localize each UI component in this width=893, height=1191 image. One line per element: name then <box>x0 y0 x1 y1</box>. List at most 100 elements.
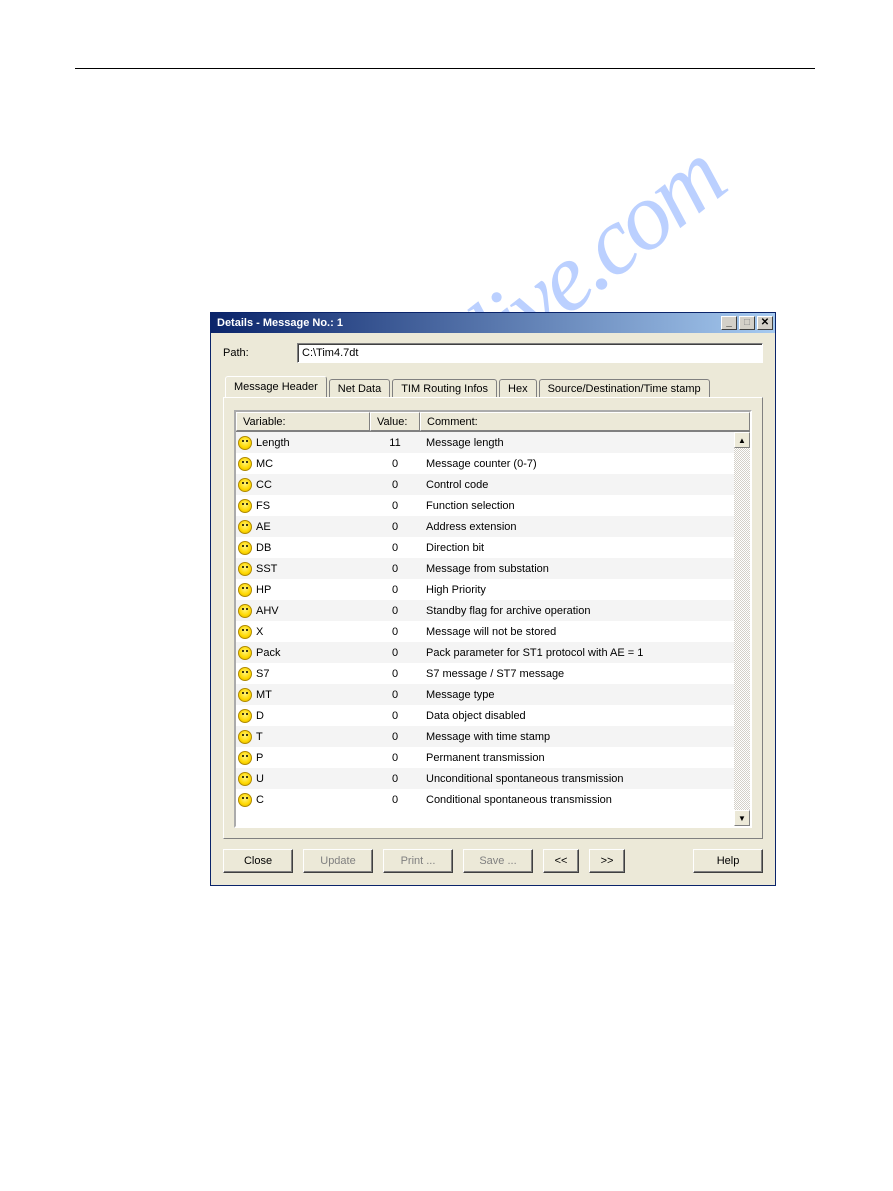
smiley-icon <box>238 604 252 618</box>
row-variable: SST <box>256 563 277 575</box>
smiley-icon <box>238 499 252 513</box>
row-variable: CC <box>256 479 272 491</box>
vertical-scrollbar[interactable]: ▲ ▼ <box>734 432 750 826</box>
smiley-icon <box>238 793 252 807</box>
row-comment: Unconditional spontaneous transmission <box>420 773 734 785</box>
row-comment: High Priority <box>420 584 734 596</box>
row-variable: P <box>256 752 263 764</box>
smiley-icon <box>238 583 252 597</box>
row-variable: MT <box>256 689 272 701</box>
help-button[interactable]: Help <box>693 849 763 873</box>
row-variable: HP <box>256 584 271 596</box>
list-header: Variable: Value: Comment: <box>236 412 750 432</box>
smiley-icon <box>238 667 252 681</box>
row-value: 0 <box>370 626 420 638</box>
tab-net-data[interactable]: Net Data <box>329 379 390 398</box>
row-variable: X <box>256 626 263 638</box>
row-value: 0 <box>370 479 420 491</box>
tab-message-header[interactable]: Message Header <box>225 376 327 397</box>
row-comment: Message from substation <box>420 563 734 575</box>
table-row[interactable]: DB0Direction bit <box>236 537 734 558</box>
row-value: 0 <box>370 773 420 785</box>
row-comment: Permanent transmission <box>420 752 734 764</box>
column-comment[interactable]: Comment: <box>420 412 750 431</box>
table-row[interactable]: U0Unconditional spontaneous transmission <box>236 768 734 789</box>
row-variable: S7 <box>256 668 269 680</box>
row-comment: Message with time stamp <box>420 731 734 743</box>
smiley-icon <box>238 709 252 723</box>
list-view: Variable: Value: Comment: Length11Messag… <box>234 410 752 828</box>
table-row[interactable]: AE0Address extension <box>236 516 734 537</box>
table-row[interactable]: MT0Message type <box>236 684 734 705</box>
print-button[interactable]: Print ... <box>383 849 453 873</box>
row-comment: Message counter (0-7) <box>420 458 734 470</box>
maximize-button[interactable]: □ <box>739 316 755 330</box>
close-button[interactable]: Close <box>223 849 293 873</box>
column-value[interactable]: Value: <box>370 412 420 431</box>
table-row[interactable]: S7 0S7 message / ST7 message <box>236 663 734 684</box>
row-variable: T <box>256 731 263 743</box>
row-comment: S7 message / ST7 message <box>420 668 734 680</box>
table-row[interactable]: D0Data object disabled <box>236 705 734 726</box>
row-value: 0 <box>370 689 420 701</box>
table-row[interactable]: SST0Message from substation <box>236 558 734 579</box>
close-window-button[interactable]: ✕ <box>757 316 773 330</box>
row-value: 0 <box>370 605 420 617</box>
details-window: Details - Message No.: 1 _ □ ✕ Path: C:\… <box>210 312 776 886</box>
button-row: Close Update Print ... Save ... << >> He… <box>223 849 763 873</box>
update-button[interactable]: Update <box>303 849 373 873</box>
table-row[interactable]: P 0Permanent transmission <box>236 747 734 768</box>
row-variable: AHV <box>256 605 279 617</box>
row-variable: C <box>256 794 264 806</box>
table-row[interactable]: FS0Function selection <box>236 495 734 516</box>
table-row[interactable]: T 0Message with time stamp <box>236 726 734 747</box>
row-variable: Length <box>256 437 290 449</box>
list-body: Length11Message lengthMC0Message counter… <box>236 432 750 826</box>
table-row[interactable]: AHV0Standby flag for archive operation <box>236 600 734 621</box>
tab-source-dest-time[interactable]: Source/Destination/Time stamp <box>539 379 710 398</box>
tab-panel: Variable: Value: Comment: Length11Messag… <box>223 397 763 839</box>
row-value: 0 <box>370 752 420 764</box>
row-value: 0 <box>370 668 420 680</box>
scroll-up-button[interactable]: ▲ <box>734 432 750 448</box>
row-value: 0 <box>370 584 420 596</box>
row-value: 0 <box>370 731 420 743</box>
row-value: 0 <box>370 542 420 554</box>
prev-button[interactable]: << <box>543 849 579 873</box>
row-variable: D <box>256 710 264 722</box>
titlebar[interactable]: Details - Message No.: 1 _ □ ✕ <box>211 313 775 333</box>
table-row[interactable]: Length11Message length <box>236 432 734 453</box>
tab-tim-routing[interactable]: TIM Routing Infos <box>392 379 497 398</box>
table-row[interactable]: Pack0Pack parameter for ST1 protocol wit… <box>236 642 734 663</box>
table-row[interactable]: MC 0Message counter (0-7) <box>236 453 734 474</box>
row-value: 0 <box>370 458 420 470</box>
smiley-icon <box>238 436 252 450</box>
scroll-track[interactable] <box>734 448 750 810</box>
save-button[interactable]: Save ... <box>463 849 533 873</box>
path-field[interactable]: C:\Tim4.7dt <box>297 343 763 363</box>
window-controls: _ □ ✕ <box>719 316 773 330</box>
row-variable: MC <box>256 458 273 470</box>
smiley-icon <box>238 478 252 492</box>
row-comment: Control code <box>420 479 734 491</box>
page-top-rule <box>75 68 815 69</box>
smiley-icon <box>238 457 252 471</box>
smiley-icon <box>238 562 252 576</box>
smiley-icon <box>238 646 252 660</box>
table-row[interactable]: CC 0Control code <box>236 474 734 495</box>
column-variable[interactable]: Variable: <box>236 412 370 431</box>
table-row[interactable]: C0Conditional spontaneous transmission <box>236 789 734 810</box>
row-value: 0 <box>370 647 420 659</box>
window-title: Details - Message No.: 1 <box>217 317 719 329</box>
row-variable: AE <box>256 521 271 533</box>
row-value: 0 <box>370 521 420 533</box>
scroll-down-button[interactable]: ▼ <box>734 810 750 826</box>
minimize-button[interactable]: _ <box>721 316 737 330</box>
row-comment: Direction bit <box>420 542 734 554</box>
table-row[interactable]: HP 0High Priority <box>236 579 734 600</box>
table-row[interactable]: X0Message will not be stored <box>236 621 734 642</box>
tab-hex[interactable]: Hex <box>499 379 537 398</box>
next-button[interactable]: >> <box>589 849 625 873</box>
row-comment: Pack parameter for ST1 protocol with AE … <box>420 647 734 659</box>
smiley-icon <box>238 730 252 744</box>
